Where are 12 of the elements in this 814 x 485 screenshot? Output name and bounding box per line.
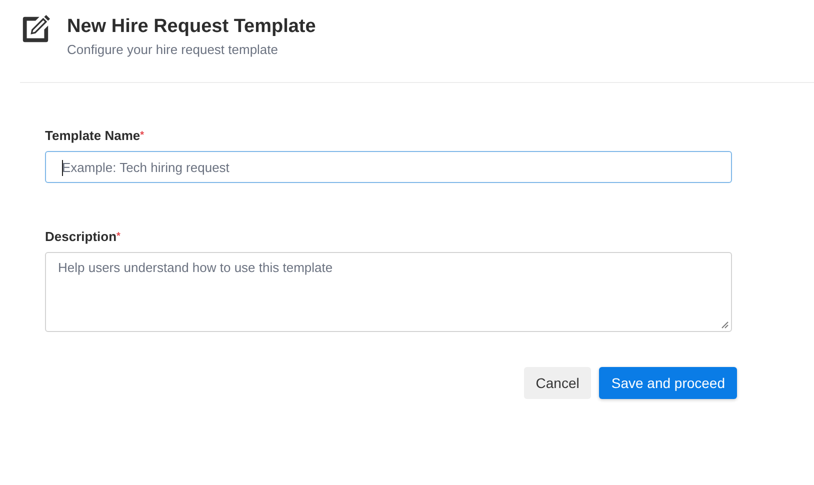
- text-input-field[interactable]: Example: Tech hiring request: [45, 151, 732, 183]
- resize-handle-icon[interactable]: [721, 321, 729, 329]
- textarea-field[interactable]: Help users understand how to use this template: [45, 252, 732, 332]
- page-title: New Hire Request Template: [67, 16, 316, 38]
- required-asterisk: *: [116, 231, 120, 242]
- edit-document-icon: [20, 14, 51, 45]
- save-button[interactable]: Save and proceed: [599, 367, 737, 399]
- page-subtitle: Configure your hire request template: [67, 42, 280, 58]
- cancel-button[interactable]: Cancel: [524, 367, 592, 399]
- field-label: Description: [45, 229, 117, 244]
- field-label: Template Name: [45, 128, 140, 143]
- required-asterisk: *: [140, 130, 144, 141]
